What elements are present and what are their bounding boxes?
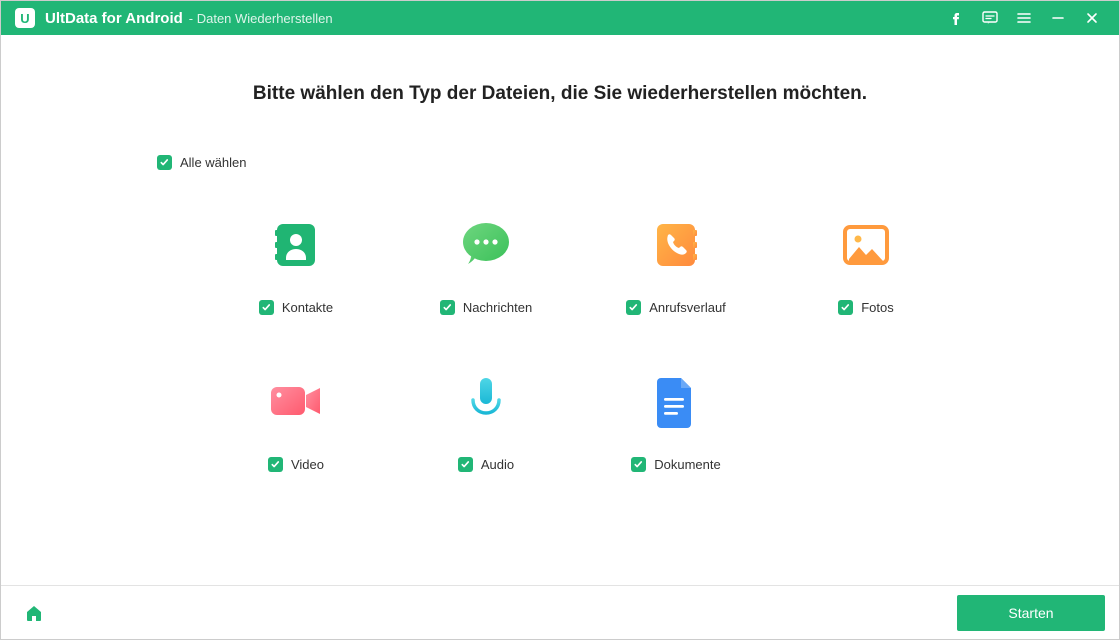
select-all-checkbox[interactable] (157, 155, 172, 170)
photos-icon (838, 216, 894, 274)
audio-label: Audio (481, 457, 514, 472)
tile-video[interactable]: Video (201, 373, 391, 472)
tile-documents[interactable]: Dokumente (581, 373, 771, 472)
menu-icon[interactable] (1007, 1, 1041, 35)
callhistory-checkbox[interactable] (626, 300, 641, 315)
page-headline: Bitte wählen den Typ der Dateien, die Si… (71, 83, 1049, 105)
messages-checkbox[interactable] (440, 300, 455, 315)
tile-contacts[interactable]: Kontakte (201, 216, 391, 315)
photos-label: Fotos (861, 300, 894, 315)
audio-checkbox[interactable] (458, 457, 473, 472)
documents-label: Dokumente (654, 457, 720, 472)
tile-callhistory[interactable]: Anrufsverlauf (581, 216, 771, 315)
close-button[interactable] (1075, 1, 1109, 35)
tile-messages[interactable]: Nachrichten (391, 216, 581, 315)
video-checkbox[interactable] (268, 457, 283, 472)
contacts-checkbox[interactable] (259, 300, 274, 315)
documents-checkbox[interactable] (631, 457, 646, 472)
select-all-row[interactable]: Alle wählen (157, 155, 1049, 170)
app-title: UltData for Android (45, 10, 183, 27)
tile-audio[interactable]: Audio (391, 373, 581, 472)
video-label: Video (291, 457, 324, 472)
callhistory-icon (649, 216, 703, 274)
main-content: Bitte wählen den Typ der Dateien, die Si… (1, 35, 1119, 585)
file-type-grid: Kontakte Nachrichten (201, 216, 1049, 472)
audio-icon (462, 373, 510, 431)
facebook-icon[interactable] (939, 1, 973, 35)
documents-icon (653, 373, 699, 431)
home-icon[interactable] (15, 594, 53, 632)
minimize-button[interactable] (1041, 1, 1075, 35)
start-button[interactable]: Starten (957, 595, 1105, 631)
select-all-label: Alle wählen (180, 155, 247, 170)
messages-icon (457, 216, 515, 274)
app-window: U UltData for Android - Daten Wiederhers… (0, 0, 1120, 640)
tile-photos[interactable]: Fotos (771, 216, 961, 315)
footer: Starten (1, 585, 1119, 639)
messages-label: Nachrichten (463, 300, 532, 315)
feedback-icon[interactable] (973, 1, 1007, 35)
app-subtitle: - Daten Wiederherstellen (189, 11, 333, 26)
contacts-label: Kontakte (282, 300, 333, 315)
callhistory-label: Anrufsverlauf (649, 300, 726, 315)
video-icon (266, 373, 326, 431)
app-logo-icon: U (15, 8, 35, 28)
titlebar: U UltData for Android - Daten Wiederhers… (1, 1, 1119, 35)
contacts-icon (269, 216, 323, 274)
photos-checkbox[interactable] (838, 300, 853, 315)
